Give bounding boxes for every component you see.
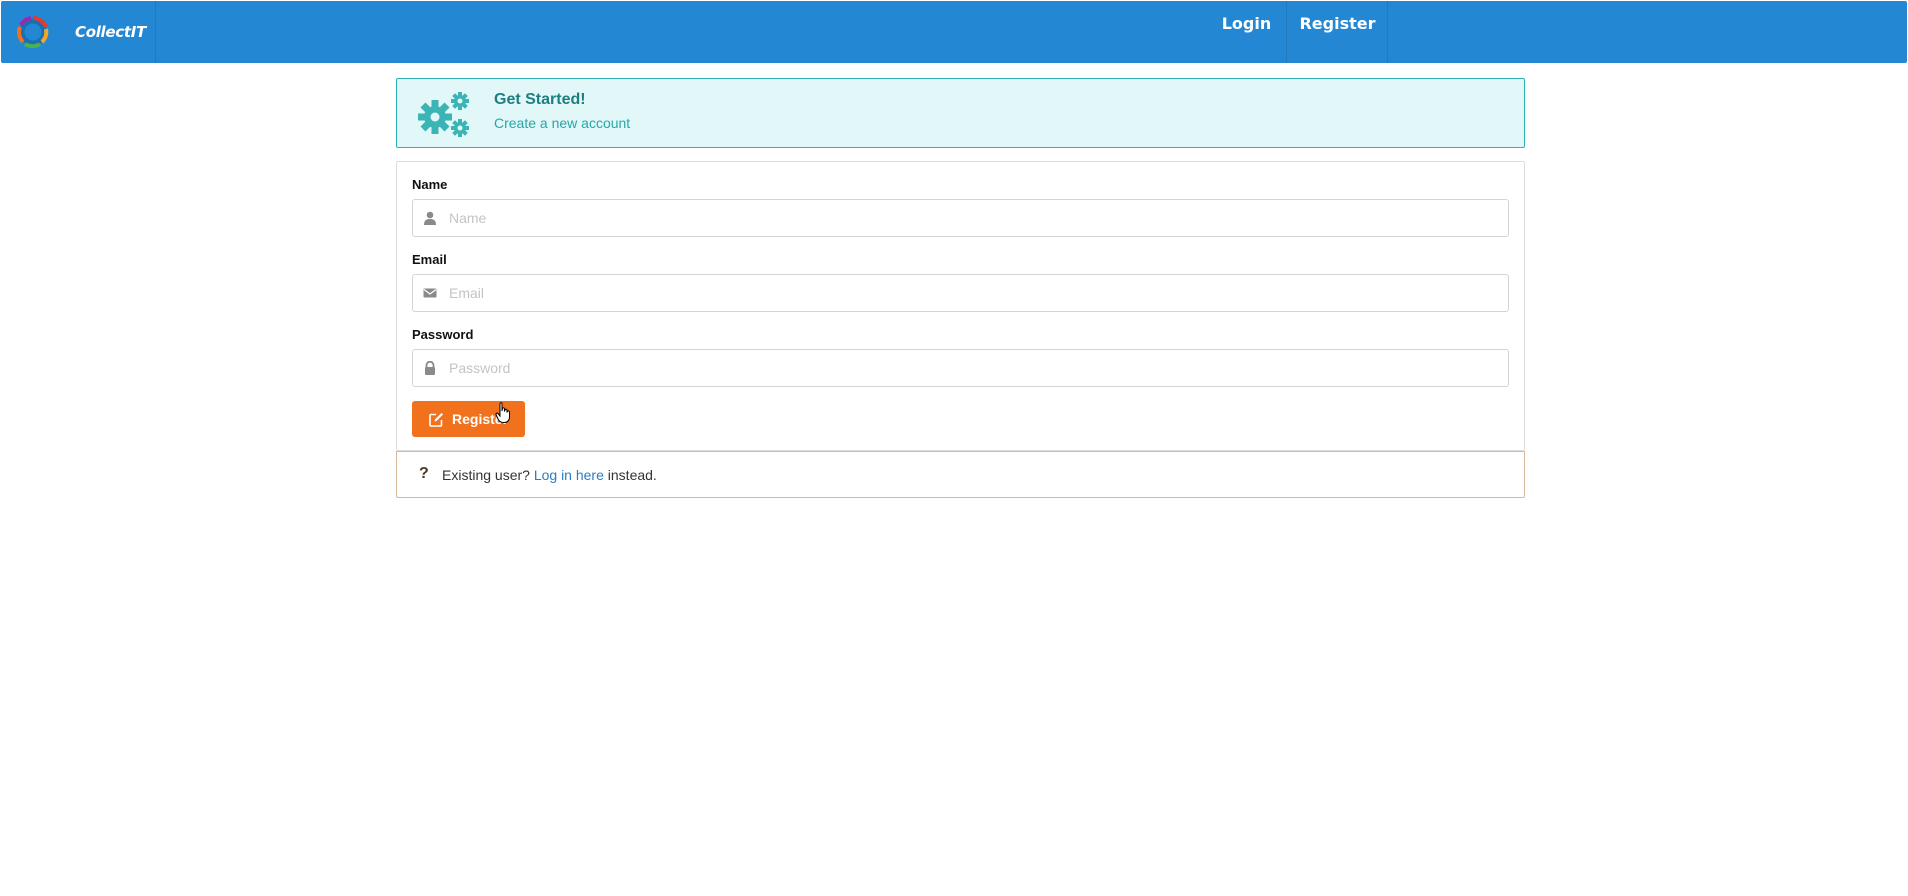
get-started-banner: Get Started! Create a new account [396, 78, 1525, 148]
note-text: Existing user? Log in here instead. [442, 467, 657, 483]
nav-register[interactable]: Register [1288, 1, 1388, 63]
top-navbar: CollectIT Login Register [1, 1, 1907, 63]
email-label: Email [412, 252, 447, 267]
password-input[interactable] [449, 350, 1499, 386]
register-button[interactable]: Register [412, 401, 525, 437]
email-input[interactable] [449, 275, 1499, 311]
name-label: Name [412, 177, 448, 192]
email-field[interactable] [412, 274, 1509, 312]
note-prefix: Existing user? [442, 467, 530, 483]
edit-icon [429, 413, 443, 427]
existing-user-note: ? Existing user? Log in here instead. [396, 451, 1525, 498]
password-label: Password [412, 327, 474, 342]
name-field[interactable] [412, 199, 1509, 237]
password-field[interactable] [412, 349, 1509, 387]
brand[interactable]: CollectIT [1, 1, 156, 63]
register-button-label: Register [452, 411, 509, 427]
banner-subtitle: Create a new account [494, 115, 631, 131]
nav-login[interactable]: Login [1207, 1, 1287, 63]
name-input[interactable] [449, 200, 1499, 236]
collectit-logo-icon [17, 16, 49, 49]
register-form: Name Email Password Register [396, 161, 1525, 451]
question-icon: ? [419, 465, 429, 482]
brand-name: CollectIT [75, 23, 146, 41]
login-link[interactable]: Log in here [534, 467, 604, 483]
envelope-icon [423, 288, 437, 298]
note-suffix: instead. [607, 467, 657, 483]
cogs-icon [418, 92, 469, 137]
banner-title: Get Started! [494, 91, 586, 108]
lock-icon [425, 361, 435, 375]
user-icon [424, 211, 436, 225]
